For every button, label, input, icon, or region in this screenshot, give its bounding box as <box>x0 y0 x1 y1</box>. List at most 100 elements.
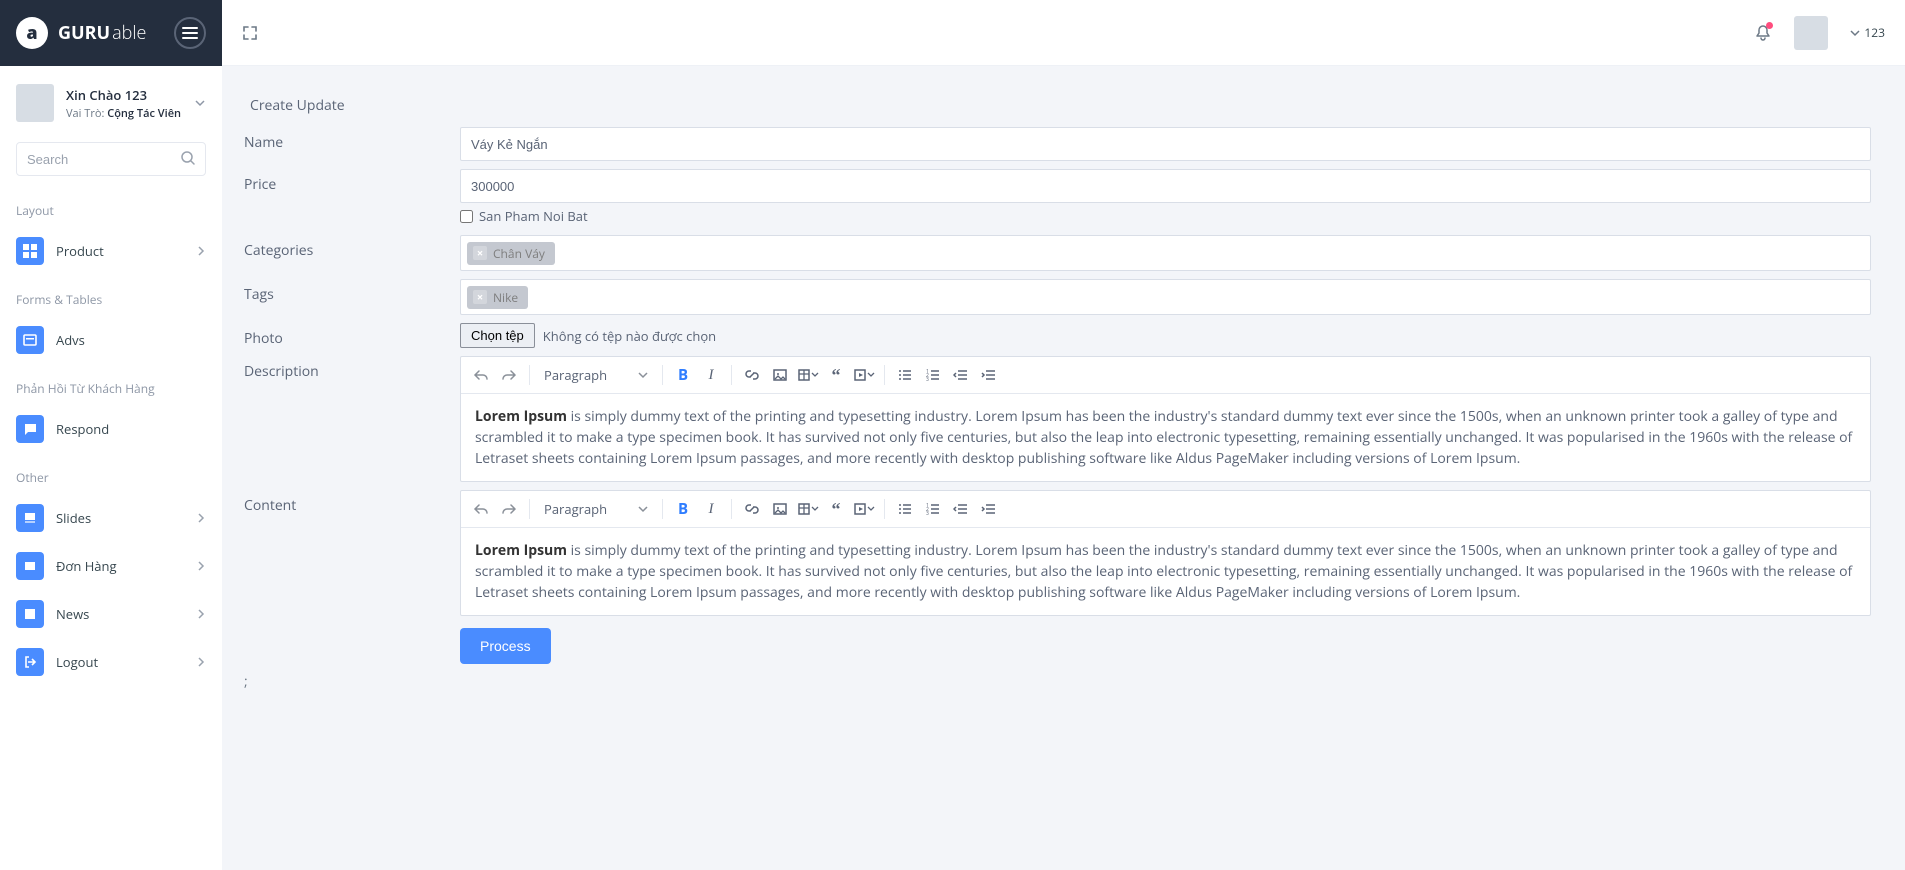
sidebar-user: Xin Chào 123 Vai Trò: Cộng Tác Viên <box>0 66 222 132</box>
chevron-right-icon <box>196 246 206 256</box>
cart-icon <box>16 552 44 580</box>
chevron-right-icon <box>196 657 206 667</box>
link-button[interactable] <box>738 361 766 389</box>
label-tags: Tags <box>244 275 460 319</box>
bold-button[interactable]: B <box>669 361 697 389</box>
featured-checkbox[interactable] <box>460 210 473 223</box>
bulleted-list-button[interactable] <box>891 495 919 523</box>
quote-button[interactable]: “ <box>822 495 850 523</box>
quote-button[interactable]: “ <box>822 361 850 389</box>
svg-text:3: 3 <box>926 377 929 383</box>
fullscreen-toggle[interactable] <box>242 25 258 41</box>
sidebar-toggle[interactable] <box>174 17 206 49</box>
outdent-button[interactable] <box>947 495 975 523</box>
user-menu-toggle[interactable] <box>194 97 206 109</box>
nav-product[interactable]: Product <box>0 227 222 275</box>
page-title: Create Update <box>244 96 1871 115</box>
media-button[interactable] <box>850 361 878 389</box>
nav-orders[interactable]: Đơn Hàng <box>0 542 222 590</box>
remove-tag-icon[interactable]: × <box>473 290 487 304</box>
brand-logo: a <box>16 17 48 49</box>
nav-logout[interactable]: Logout <box>0 638 222 686</box>
news-icon <box>16 600 44 628</box>
grid-icon <box>16 237 44 265</box>
notifications-button[interactable] <box>1754 24 1772 42</box>
expand-icon <box>242 25 258 41</box>
process-button[interactable]: Process <box>460 628 551 664</box>
outdent-button[interactable] <box>947 361 975 389</box>
search-icon[interactable] <box>180 150 196 166</box>
search-input[interactable] <box>16 142 206 176</box>
category-tag: × Chân Váy <box>467 242 555 265</box>
nav-slides[interactable]: Slides <box>0 494 222 542</box>
indent-button[interactable] <box>975 495 1003 523</box>
nav-group-other: Other <box>0 453 222 494</box>
file-status: Không có tệp nào được chọn <box>543 327 716 345</box>
tag-pill: × Nike <box>467 286 528 309</box>
table-button[interactable] <box>794 361 822 389</box>
table-button[interactable] <box>794 495 822 523</box>
chevron-right-icon <box>196 609 206 619</box>
content-content[interactable]: Lorem Ipsum is simply dummy text of the … <box>461 528 1870 615</box>
description-editor: Paragraph B I “ <box>460 356 1871 482</box>
categories-select[interactable]: × Chân Váy <box>460 235 1871 271</box>
sidebar: a GURUable Xin Chào 123 Vai Trò: Cộng Tá… <box>0 0 222 870</box>
topbar: 123 <box>222 0 1905 66</box>
avatar <box>16 84 54 122</box>
topbar-avatar[interactable] <box>1794 16 1828 50</box>
image-button[interactable] <box>766 361 794 389</box>
chevron-down-icon <box>194 97 206 109</box>
menu-icon <box>182 27 198 39</box>
file-choose-button[interactable]: Chọn tệp <box>460 323 535 348</box>
label-price: Price <box>244 165 460 231</box>
label-name: Name <box>244 123 460 165</box>
media-button[interactable] <box>850 495 878 523</box>
chevron-right-icon <box>196 513 206 523</box>
topbar-user-menu[interactable]: 123 <box>1850 24 1885 41</box>
price-input[interactable] <box>460 169 1871 203</box>
remove-tag-icon[interactable]: × <box>473 246 487 260</box>
label-categories: Categories <box>244 231 460 275</box>
layers-icon <box>16 504 44 532</box>
editor-toolbar: Paragraph B I “ <box>461 357 1870 394</box>
numbered-list-button[interactable]: 123 <box>919 361 947 389</box>
user-role: Vai Trò: Cộng Tác Viên <box>66 106 181 121</box>
brand-name-2: able <box>112 21 146 45</box>
nav-news[interactable]: News <box>0 590 222 638</box>
redo-button[interactable] <box>495 361 523 389</box>
redo-button[interactable] <box>495 495 523 523</box>
bold-button[interactable]: B <box>669 495 697 523</box>
nav-group-feedback: Phản Hồi Từ Khách Hàng <box>0 364 222 405</box>
image-button[interactable] <box>766 495 794 523</box>
name-input[interactable] <box>460 127 1871 161</box>
nav-advs[interactable]: Advs <box>0 316 222 364</box>
editor-toolbar: Paragraph B I “ <box>461 491 1870 528</box>
page-content: Create Update Name Price San Pham Noi Ba… <box>222 66 1905 721</box>
undo-button[interactable] <box>467 495 495 523</box>
brand-bar: a GURUable <box>0 0 222 66</box>
bulleted-list-button[interactable] <box>891 361 919 389</box>
user-greeting: Xin Chào 123 <box>66 86 181 104</box>
label-photo: Photo <box>244 319 460 352</box>
chat-icon <box>16 415 44 443</box>
italic-button[interactable]: I <box>697 361 725 389</box>
italic-button[interactable]: I <box>697 495 725 523</box>
undo-button[interactable] <box>467 361 495 389</box>
tags-select[interactable]: × Nike <box>460 279 1871 315</box>
nav-respond[interactable]: Respond <box>0 405 222 453</box>
label-content: Content <box>244 486 460 668</box>
numbered-list-button[interactable]: 123 <box>919 495 947 523</box>
format-select[interactable]: Paragraph <box>536 362 656 388</box>
logout-icon <box>16 648 44 676</box>
nav-group-forms: Forms & Tables <box>0 275 222 316</box>
indent-button[interactable] <box>975 361 1003 389</box>
chevron-down-icon <box>638 370 648 380</box>
format-select[interactable]: Paragraph <box>536 496 656 522</box>
chevron-down-icon <box>1850 28 1860 38</box>
search-box <box>16 142 206 176</box>
link-button[interactable] <box>738 495 766 523</box>
svg-text:3: 3 <box>926 511 929 517</box>
description-content[interactable]: Lorem Ipsum is simply dummy text of the … <box>461 394 1870 481</box>
label-description: Description <box>244 352 460 486</box>
brand-text: GURUable <box>58 21 146 45</box>
